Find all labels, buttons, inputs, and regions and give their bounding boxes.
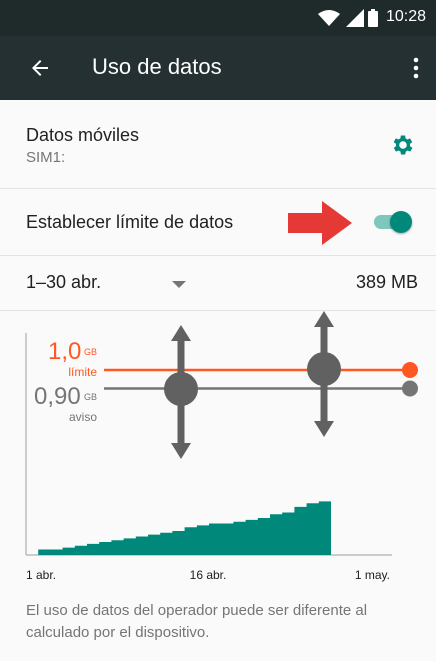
status-time: 10:28: [385, 8, 426, 25]
warning-handle[interactable]: [402, 380, 418, 397]
data-usage-chart: 1,0 GB límite 0,90 GB aviso 1 abr. 16 ab…: [0, 311, 436, 591]
warning-unit: GB: [84, 392, 97, 402]
warning-value: 0,90: [34, 383, 81, 410]
footnote: El uso de datos del operador puede ser d…: [26, 602, 368, 641]
limit-value: 1,0: [48, 338, 81, 365]
x-label-mid: 16 abr.: [190, 568, 227, 582]
cycle-row: 1–30 abr. 389 MB: [0, 256, 436, 311]
red-arrow-icon: [288, 201, 352, 245]
limit-label: límite: [68, 365, 97, 379]
mobile-data-row[interactable]: Datos móviles SIM1:: [0, 100, 436, 189]
page-title: Uso de datos: [92, 54, 222, 79]
usage-total: 389 MB: [355, 272, 418, 292]
wifi-icon: [318, 10, 340, 26]
x-label-end: 1 may.: [355, 568, 390, 582]
limit-handle[interactable]: [402, 362, 418, 378]
arrow-back-icon[interactable]: [28, 56, 52, 80]
limit-unit: GB: [84, 347, 97, 357]
sim-label: SIM1:: [26, 149, 66, 166]
battery-icon: [368, 9, 378, 27]
dropdown-arrow-icon[interactable]: [172, 281, 186, 289]
more-vert-icon[interactable]: [412, 56, 420, 80]
data-limit-toggle[interactable]: [370, 209, 414, 235]
set-data-limit-label: Establecer límite de datos: [26, 212, 234, 232]
x-label-start: 1 abr.: [26, 568, 56, 582]
mobile-data-label: Datos móviles: [26, 125, 140, 145]
set-data-limit-row[interactable]: Establecer límite de datos: [0, 189, 436, 256]
toggle-thumb: [390, 211, 412, 233]
cycle-dropdown[interactable]: 1–30 abr.: [26, 272, 101, 293]
app-bar: Uso de datos: [0, 36, 436, 100]
status-bar: 10:28: [0, 0, 436, 36]
warning-label: aviso: [69, 410, 97, 424]
signal-icon: [346, 9, 364, 27]
gear-icon[interactable]: [390, 132, 416, 158]
